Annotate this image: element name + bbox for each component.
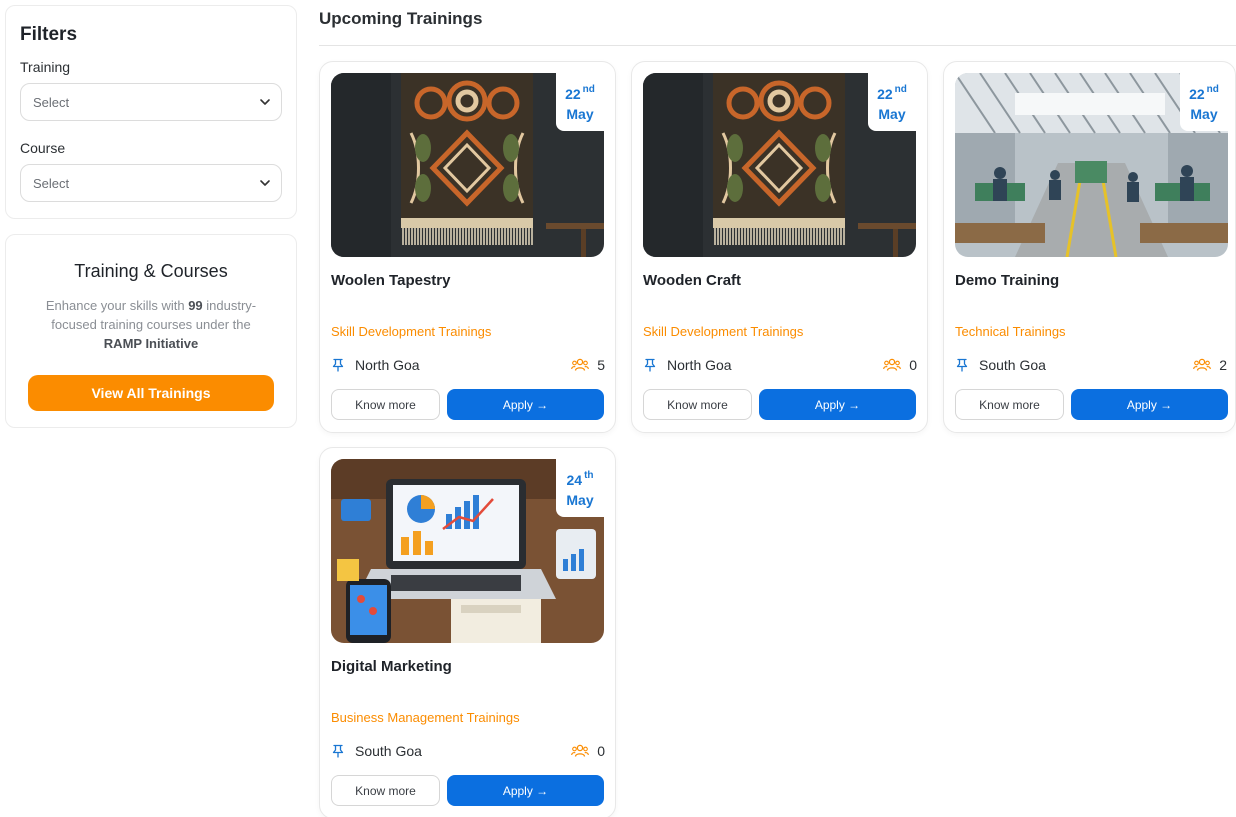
date-suffix: th <box>584 470 594 481</box>
date-suffix: nd <box>582 84 595 95</box>
participant-count: 0 <box>883 357 917 373</box>
training-courses-panel: Training & Courses Enhance your skills w… <box>5 234 297 428</box>
training-title: Digital Marketing <box>331 658 452 675</box>
participant-count: 5 <box>571 357 605 373</box>
filters-panel: Filters Training Select Course Select <box>5 5 297 219</box>
date-suffix: nd <box>1206 84 1219 95</box>
users-icon <box>1193 358 1212 371</box>
training-location: North Goa <box>331 357 420 373</box>
training-select-value: Select <box>33 94 70 110</box>
pin-icon <box>332 744 344 758</box>
view-all-trainings-button[interactable]: View All Trainings <box>28 375 274 411</box>
know-more-button[interactable]: Know more <box>643 389 752 420</box>
initiative-name: RAMP Initiative <box>103 336 199 351</box>
courses-panel-description: Enhance your skills with 99 industry-foc… <box>28 296 274 353</box>
pin-icon <box>956 358 968 372</box>
apply-button[interactable]: Apply → <box>447 775 604 806</box>
location-text: North Goa <box>355 357 420 373</box>
training-category: Technical Trainings <box>955 324 1066 339</box>
date-day: 24 <box>566 472 583 488</box>
section-divider <box>319 45 1236 46</box>
courses-panel-title: Training & Courses <box>74 261 228 281</box>
users-icon <box>571 744 590 757</box>
pin-icon <box>644 358 656 372</box>
date-month: May <box>566 106 594 122</box>
know-more-button[interactable]: Know more <box>955 389 1064 420</box>
apply-button[interactable]: Apply → <box>447 389 604 420</box>
date-suffix: nd <box>894 84 907 95</box>
location-text: South Goa <box>355 743 422 759</box>
training-category: Skill Development Trainings <box>331 324 492 339</box>
training-title: Wooden Craft <box>643 272 742 289</box>
courses-count: 99 <box>188 298 203 313</box>
users-icon <box>883 358 902 371</box>
date-badge: 22nd May <box>1180 73 1228 131</box>
training-card: 22nd May Woolen Tapestry Skill Developme… <box>319 61 616 433</box>
training-location: South Goa <box>331 743 422 759</box>
apply-button[interactable]: Apply → <box>759 389 916 420</box>
count-text: 0 <box>597 743 605 759</box>
location-text: South Goa <box>979 357 1046 373</box>
training-card: 24th May Digital Marketing Business Mana… <box>319 447 616 817</box>
training-location: South Goa <box>955 357 1046 373</box>
course-select-value: Select <box>33 175 70 191</box>
participant-count: 2 <box>1193 357 1227 373</box>
chevron-down-icon <box>260 99 270 105</box>
know-more-button[interactable]: Know more <box>331 389 440 420</box>
users-icon <box>571 358 590 371</box>
courses-desc-prefix: Enhance your skills with <box>45 298 189 313</box>
count-text: 2 <box>1219 357 1227 373</box>
count-text: 0 <box>909 357 917 373</box>
date-month: May <box>878 106 906 122</box>
training-category: Business Management Trainings <box>331 710 520 725</box>
course-filter-label: Course <box>20 140 66 156</box>
training-card: 22nd May Wooden Craft Skill Development … <box>631 61 928 433</box>
count-text: 5 <box>597 357 605 373</box>
training-location: North Goa <box>643 357 732 373</box>
date-badge: 22nd May <box>868 73 916 131</box>
chevron-down-icon <box>260 180 270 186</box>
filters-title: Filters <box>20 24 78 45</box>
participant-count: 0 <box>571 743 605 759</box>
date-badge: 22nd May <box>556 73 604 131</box>
date-day: 22 <box>565 86 581 102</box>
course-select[interactable]: Select <box>20 164 282 202</box>
training-title: Demo Training <box>955 272 1060 289</box>
location-text: North Goa <box>667 357 732 373</box>
date-month: May <box>1190 106 1218 122</box>
know-more-button[interactable]: Know more <box>331 775 440 806</box>
section-title: Upcoming Trainings <box>319 9 483 28</box>
training-select[interactable]: Select <box>20 83 282 121</box>
apply-button[interactable]: Apply → <box>1071 389 1228 420</box>
date-badge: 24th May <box>556 459 604 517</box>
training-card: 22nd May Demo Training Technical Trainin… <box>943 61 1236 433</box>
training-filter-label: Training <box>20 59 71 75</box>
date-day: 22 <box>877 86 893 102</box>
pin-icon <box>332 358 344 372</box>
date-month: May <box>566 492 594 508</box>
training-category: Skill Development Trainings <box>643 324 804 339</box>
date-day: 22 <box>1189 86 1205 102</box>
training-title: Woolen Tapestry <box>331 272 451 289</box>
